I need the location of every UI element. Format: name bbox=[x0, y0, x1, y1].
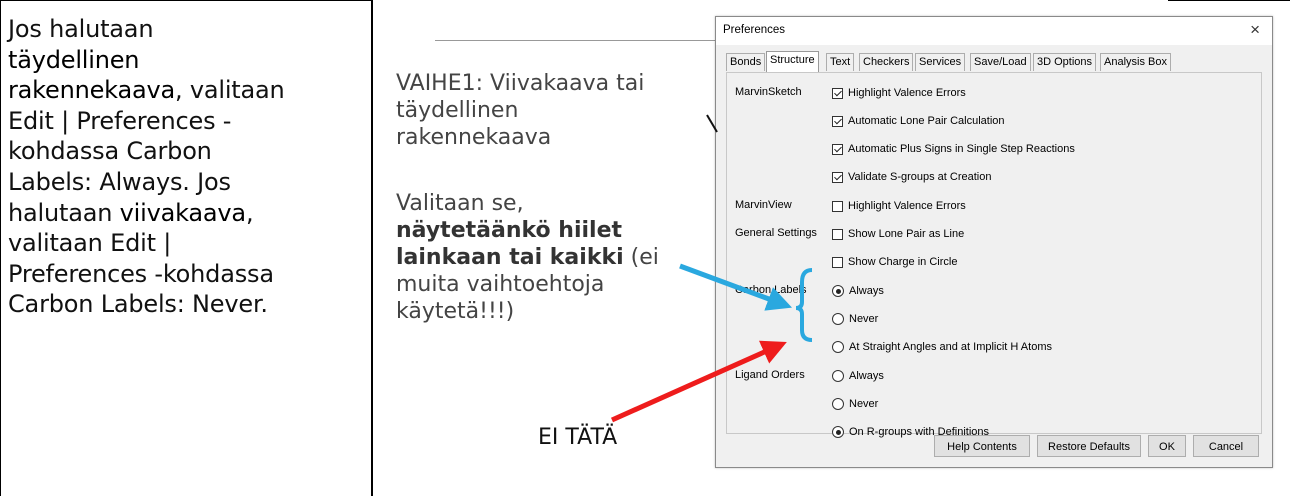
red-arrow bbox=[610, 340, 787, 423]
blue-arrow bbox=[679, 263, 793, 311]
partial-bond-stroke bbox=[706, 114, 718, 133]
carbon-labels-bracket bbox=[795, 268, 813, 342]
annotation-overlay bbox=[610, 114, 813, 423]
